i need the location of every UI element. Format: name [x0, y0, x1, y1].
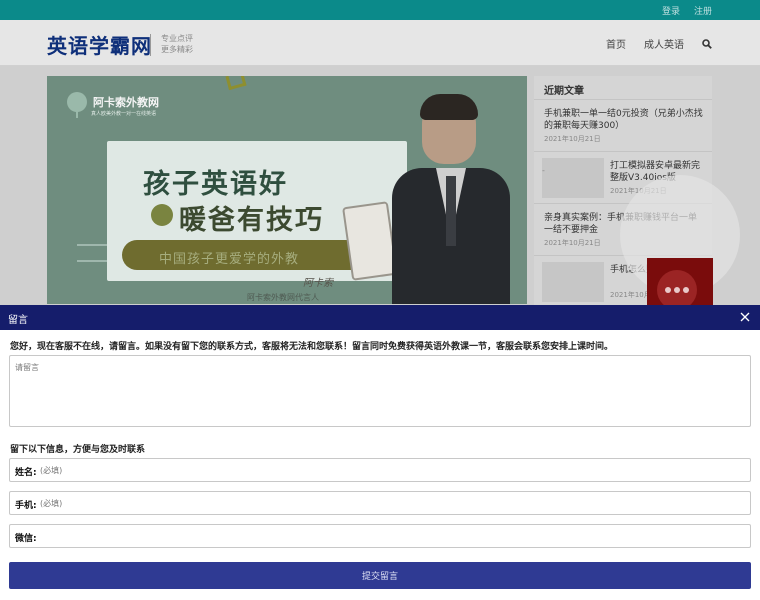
main-nav: 首页 成人英语	[606, 36, 712, 51]
register-link[interactable]: 注册	[694, 4, 712, 17]
top-links: 登录 注册	[662, 4, 712, 17]
message-textarea[interactable]	[9, 355, 751, 427]
close-icon[interactable]	[738, 310, 752, 324]
tree-trunk-shape	[76, 108, 78, 118]
chat-dot	[665, 287, 671, 293]
post-title[interactable]: 手机兼职一单一结0元投资（兄弟小杰找的兼职每天赚300）	[544, 108, 704, 132]
banner-headline-1: 孩子英语好	[143, 169, 288, 200]
hair-shape	[420, 94, 478, 120]
thumbnail-placeholder: -	[542, 166, 545, 175]
top-bar: 登录 注册	[0, 0, 760, 20]
wechat-field[interactable]: 微信:	[9, 524, 751, 548]
banner-decoration	[225, 76, 247, 91]
chat-dot	[683, 287, 689, 293]
site-header: 英语学霸网 专业点评 更多精彩 首页 成人英语	[0, 20, 760, 66]
offline-notice: 您好，现在客服不在线，请留言。如果没有留下您的联系方式，客服将无法和您联系！留言…	[10, 342, 614, 352]
post-thumbnail[interactable]	[542, 262, 604, 302]
banner-pill-text: 中国孩子更爱学的外教	[159, 252, 300, 267]
name-label: 姓名:	[15, 468, 37, 478]
tagline-line-2: 更多精彩	[161, 45, 193, 54]
message-dialog: 留言 您好，现在客服不在线，请留言。如果没有留下您的联系方式，客服将无法和您联系…	[0, 305, 760, 600]
site-logo[interactable]: 英语学霸网	[47, 30, 152, 59]
dialog-title: 留言	[8, 315, 28, 326]
banner-caption: 阿卡索外教网代言人	[247, 293, 319, 302]
logo-divider	[150, 34, 151, 56]
name-input[interactable]	[40, 462, 746, 479]
post-item[interactable]: 手机兼职一单一结0元投资（兄弟小杰找的兼职每天赚300） 2021年10月21日	[534, 100, 712, 152]
wave-decoration	[77, 244, 107, 262]
gear-icon	[151, 204, 173, 226]
post-date: 2021年10月21日	[544, 135, 601, 143]
banner-brand-sub: 真人欧美外教一对一在线英语	[91, 111, 157, 117]
banner-headline-2: 暖爸有技巧	[179, 205, 324, 236]
site-tagline: 专业点评 更多精彩	[161, 33, 193, 55]
submit-message-button[interactable]: 提交留言	[9, 562, 751, 589]
chat-icon	[657, 270, 697, 310]
name-field[interactable]: 姓名:	[9, 458, 751, 482]
tie-shape	[446, 176, 456, 246]
wechat-label: 微信:	[15, 534, 37, 544]
banner-brand: 阿卡索外教网	[93, 96, 159, 109]
nav-item-home[interactable]: 首页	[606, 36, 626, 51]
wechat-input[interactable]	[40, 528, 746, 545]
banner-signature: 阿卡索	[303, 278, 333, 289]
post-thumbnail[interactable]	[542, 158, 604, 198]
nav-item-adult-english[interactable]: 成人英语	[644, 36, 684, 51]
contact-info-heading: 留下以下信息，方便与您及时联系	[10, 445, 146, 455]
tagline-line-1: 专业点评	[161, 34, 193, 43]
search-icon[interactable]	[702, 38, 712, 49]
sidebar-heading: 近期文章	[534, 76, 712, 100]
phone-input[interactable]	[40, 495, 746, 512]
post-date: 2021年10月21日	[544, 239, 601, 247]
spokesperson-image	[392, 94, 510, 304]
phone-label: 手机:	[15, 501, 37, 511]
dialog-header: 留言	[0, 305, 760, 330]
chat-dot	[674, 287, 680, 293]
login-link[interactable]: 登录	[662, 4, 680, 17]
hero-banner[interactable]: 阿卡索外教网 真人欧美外教一对一在线英语 孩子英语好 暖爸有技巧 中国孩子更爱学…	[47, 76, 527, 304]
phone-field[interactable]: 手机:	[9, 491, 751, 515]
